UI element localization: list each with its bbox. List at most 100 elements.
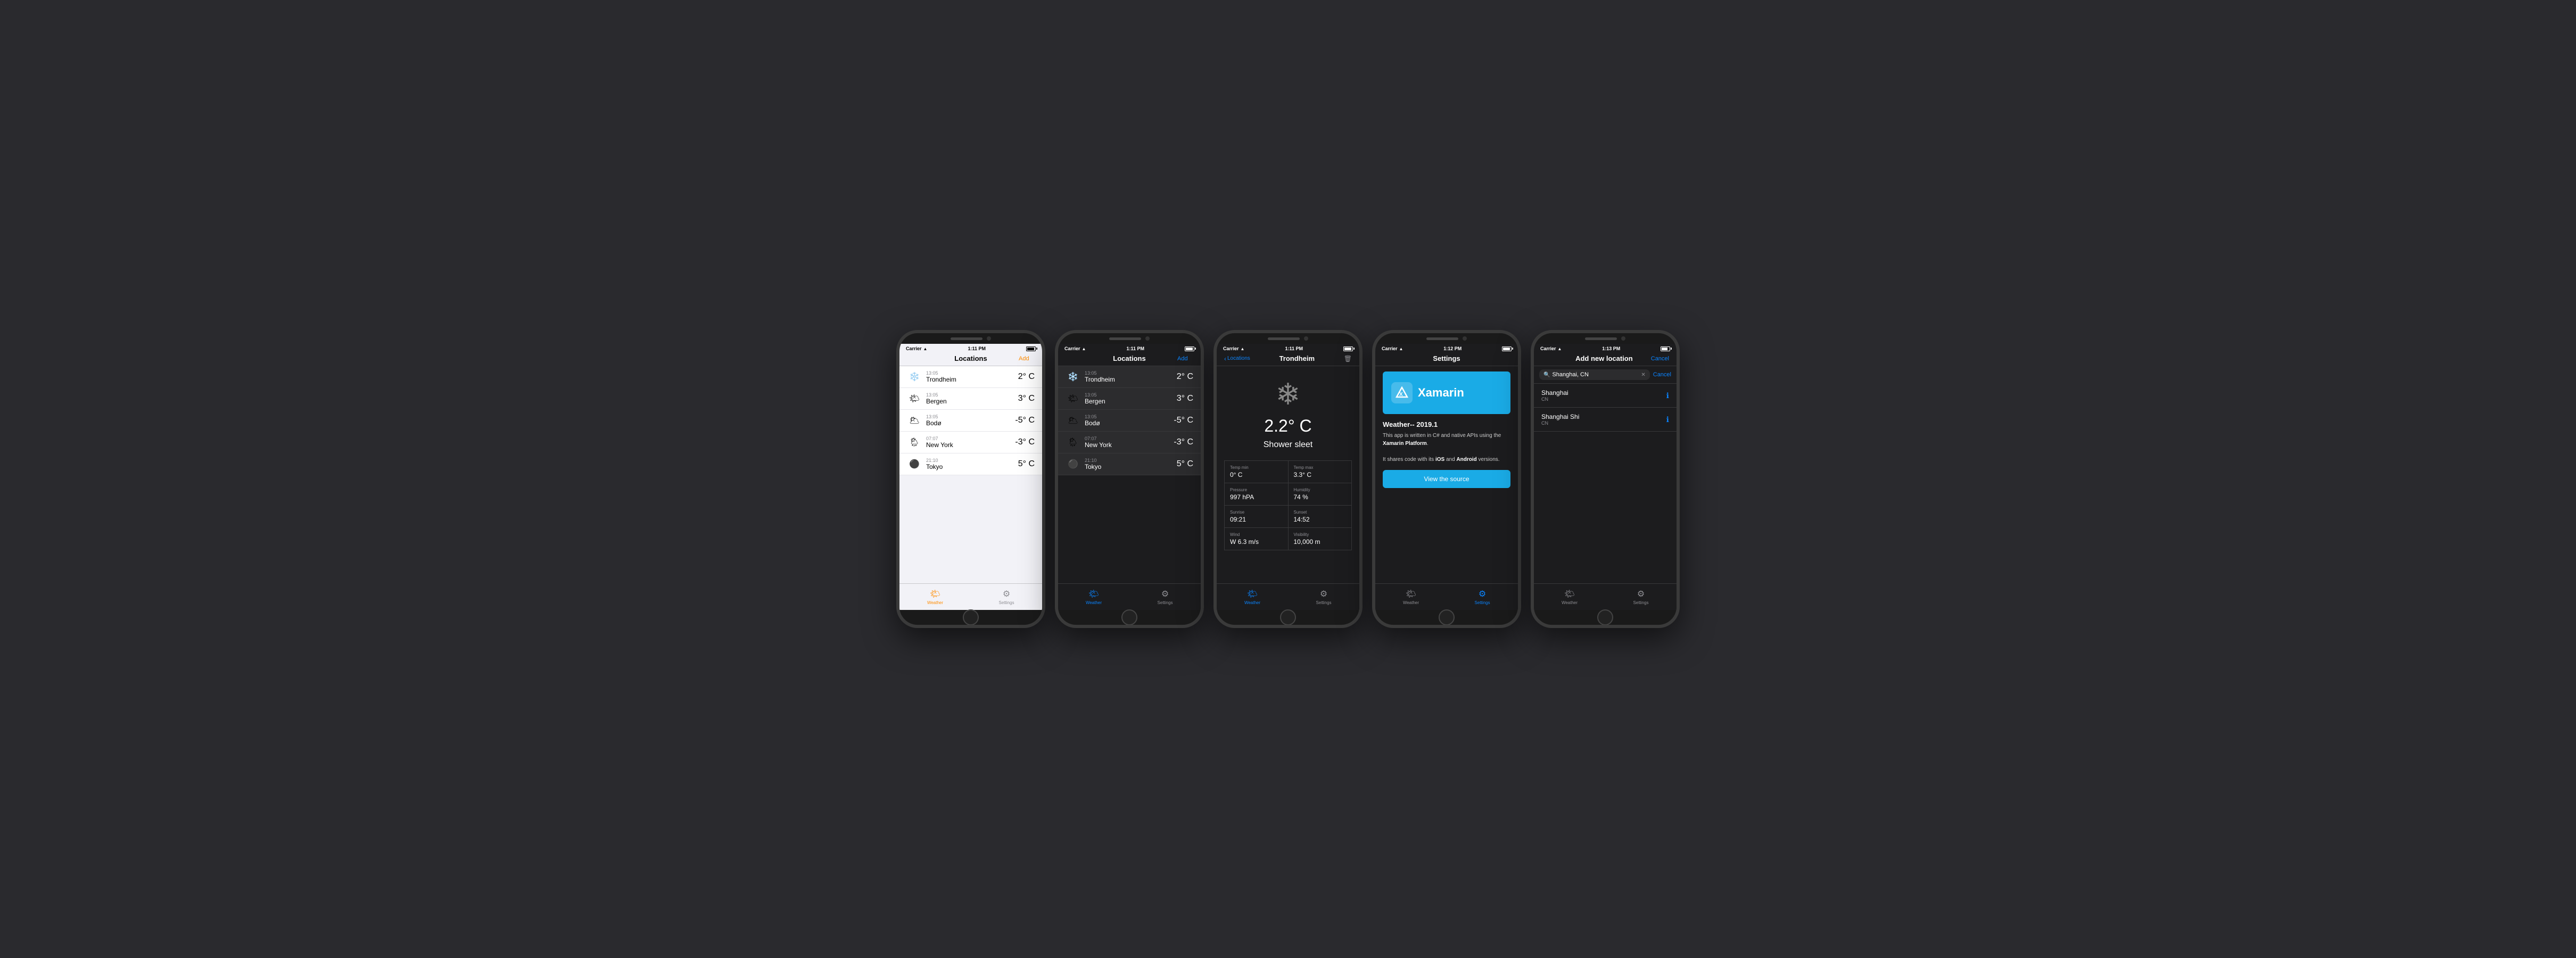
tab-bar-4: 🌤 Weather ⚙ Settings [1375, 583, 1518, 610]
nav-add-btn-1[interactable]: Add [1019, 356, 1035, 362]
view-source-button[interactable]: View the source [1383, 470, 1510, 488]
detail-cell: Pressure 997 hPA [1225, 483, 1288, 505]
screen-5: Carrier ▲ 1:13 PM Add new location Cance… [1534, 344, 1677, 610]
camera-1 [987, 336, 991, 341]
speaker-4 [1426, 337, 1458, 340]
search-cancel-btn[interactable]: Cancel [1653, 371, 1671, 378]
back-btn-3[interactable]: ‹ Locations [1224, 355, 1250, 362]
search-result-item[interactable]: Shanghai Shi CN ℹ [1534, 408, 1677, 432]
tab-weather-5[interactable]: 🌤 Weather [1534, 584, 1605, 610]
tab-settings-3[interactable]: ⚙ Settings [1288, 584, 1359, 610]
tab-weather-2[interactable]: 🌤 Weather [1058, 584, 1129, 610]
weather-icon: ⚫ [1066, 457, 1080, 472]
tab-bar-1: 🌤 Weather ⚙ Settings [899, 583, 1042, 610]
phone-top-bar-4 [1375, 333, 1518, 344]
home-button-4[interactable] [1439, 609, 1455, 625]
location-info: 13:05 Bergen [926, 392, 1018, 405]
xamarin-platform-link[interactable]: Xamarin Platform [1383, 441, 1427, 447]
list-item[interactable]: 🌦 07:07 New York -3° C [1058, 432, 1201, 453]
list-item[interactable]: 🌥 13:05 Bodø -5° C [1058, 410, 1201, 432]
battery-2 [1185, 346, 1194, 351]
weather-icon: ❄️ [907, 369, 922, 384]
result-info-icon[interactable]: ℹ [1666, 391, 1669, 400]
phone-3: Carrier ▲ 1:11 PM ‹ Locations Trondheim … [1213, 330, 1363, 628]
location-info: 13:05 Trondheim [1085, 370, 1177, 383]
weather-tab-icon-4: 🌤 [1406, 589, 1416, 599]
weather-icon: 🌤 [1066, 391, 1080, 406]
time-1: 1:11 PM [968, 346, 986, 351]
phone-bottom-4 [1375, 610, 1518, 625]
carrier-2: Carrier [1064, 346, 1080, 351]
tab-bar-3: 🌤 Weather ⚙ Settings [1217, 583, 1359, 610]
location-time: 13:05 [926, 414, 1015, 419]
svg-text:X: X [1399, 392, 1403, 398]
nav-bar-2: Locations Add [1058, 352, 1201, 366]
location-name: Bergen [926, 398, 1018, 405]
home-button-1[interactable] [963, 609, 979, 625]
result-info: Shanghai CN [1541, 389, 1666, 402]
location-time: 13:05 [926, 392, 1018, 398]
tab-settings-4[interactable]: ⚙ Settings [1447, 584, 1518, 610]
weather-icon: 🌥 [907, 413, 922, 428]
search-result-item[interactable]: Shanghai CN ℹ [1534, 384, 1677, 408]
list-item[interactable]: 🌥 13:05 Bodø -5° C [899, 410, 1042, 432]
location-temp: -3° C [1174, 437, 1193, 447]
location-time: 13:05 [926, 370, 1018, 376]
list-item[interactable]: ⚫ 21:10 Tokyo 5° C [1058, 453, 1201, 475]
cell-value: 997 hPA [1230, 493, 1283, 501]
tab-settings-5[interactable]: ⚙ Settings [1605, 584, 1677, 610]
time-4: 1:12 PM [1443, 346, 1462, 351]
location-time: 21:10 [926, 458, 1018, 463]
settings-description: This app is written in C# and native API… [1383, 432, 1510, 464]
status-bar-1: Carrier ▲ 1:11 PM [899, 344, 1042, 352]
tab-settings-2[interactable]: ⚙ Settings [1129, 584, 1201, 610]
ios-link[interactable]: iOS [1435, 457, 1444, 463]
status-left-1: Carrier ▲ [906, 346, 927, 351]
location-info: 07:07 New York [926, 436, 1015, 449]
status-right-2 [1185, 346, 1194, 351]
result-info-icon[interactable]: ℹ [1666, 415, 1669, 424]
weather-tab-label-5: Weather [1562, 600, 1578, 605]
location-list-1: ❄️ 13:05 Trondheim 2° C 🌤 13:05 Bergen 3… [899, 366, 1042, 583]
cell-value: W 6.3 m/s [1230, 538, 1283, 546]
tab-weather-3[interactable]: 🌤 Weather [1217, 584, 1288, 610]
xamarin-logo: X [1391, 382, 1413, 403]
list-item[interactable]: 🌤 13:05 Bergen 3° C [1058, 388, 1201, 410]
search-field[interactable]: Shanghai, CN [1552, 371, 1639, 378]
location-time: 13:05 [1085, 370, 1177, 376]
home-button-2[interactable] [1121, 609, 1137, 625]
list-item[interactable]: 🌤 13:05 Bergen 3° C [899, 388, 1042, 410]
nav-cancel-btn-5[interactable]: Cancel [1651, 356, 1669, 362]
detail-condition: Shower sleet [1264, 440, 1313, 450]
tab-bar-2: 🌤 Weather ⚙ Settings [1058, 583, 1201, 610]
nav-title-4: Settings [1399, 354, 1495, 362]
screen-2: Carrier ▲ 1:11 PM Locations Add ❄️ [1058, 344, 1201, 610]
search-bar-row: 🔍 Shanghai, CN ✕ Cancel [1534, 366, 1677, 384]
location-list-2: ❄️ 13:05 Trondheim 2° C 🌤 13:05 Bergen 3… [1058, 366, 1201, 583]
list-item[interactable]: ❄️ 13:05 Trondheim 2° C [1058, 366, 1201, 388]
wifi-icon-2: ▲ [1082, 346, 1086, 351]
battery-1 [1026, 346, 1036, 351]
nav-add-btn-2[interactable]: Add [1177, 356, 1193, 362]
home-button-3[interactable] [1280, 609, 1296, 625]
nav-title-5: Add new location [1557, 354, 1651, 362]
list-item[interactable]: ❄️ 13:05 Trondheim 2° C [899, 366, 1042, 388]
phone-bottom-2 [1058, 610, 1201, 625]
location-info: 13:05 Trondheim [926, 370, 1018, 383]
cell-label: Humidity [1294, 488, 1347, 492]
list-item[interactable]: 🌦 07:07 New York -3° C [899, 432, 1042, 453]
location-name: Bergen [1085, 398, 1177, 405]
search-input-wrap: 🔍 Shanghai, CN ✕ [1539, 369, 1650, 380]
home-button-5[interactable] [1597, 609, 1613, 625]
xamarin-brand-name: Xamarin [1418, 386, 1464, 400]
list-item[interactable]: ⚫ 21:10 Tokyo 5° C [899, 453, 1042, 475]
clear-search-icon[interactable]: ✕ [1641, 372, 1645, 378]
location-temp: 5° C [1018, 459, 1035, 469]
nav-bar-1: Locations Add [899, 352, 1042, 366]
tab-bar-5: 🌤 Weather ⚙ Settings [1534, 583, 1677, 610]
android-link[interactable]: Android [1456, 457, 1476, 463]
delete-icon[interactable]: 🗑 [1344, 355, 1352, 362]
tab-weather-1[interactable]: 🌤 Weather [899, 584, 971, 610]
tab-weather-4[interactable]: 🌤 Weather [1375, 584, 1447, 610]
tab-settings-1[interactable]: ⚙ Settings [971, 584, 1042, 610]
